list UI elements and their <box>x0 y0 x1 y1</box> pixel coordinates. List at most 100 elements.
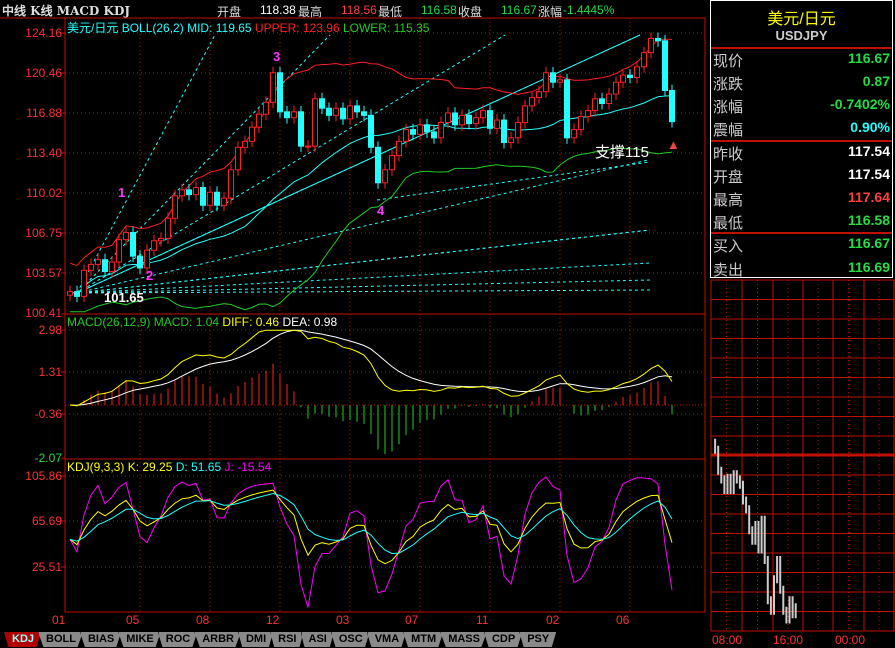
tab-dmi[interactable]: DMI <box>237 632 274 647</box>
candle-body <box>375 146 381 184</box>
tab-mass[interactable]: MASS <box>440 632 487 647</box>
candle-body <box>557 79 563 83</box>
quote-row: 昨收 117.54 <box>713 143 890 165</box>
quote-row: 买入 116.67 <box>713 235 890 257</box>
candle-body <box>382 169 388 184</box>
candle-body <box>263 101 269 115</box>
tab-vma[interactable]: VMA <box>366 632 407 647</box>
candle-body <box>459 114 465 126</box>
macd-legend-diff: DIFF: 0.46 <box>222 315 280 329</box>
candle-body <box>599 98 605 105</box>
candle-body <box>578 116 584 131</box>
candle-body <box>228 169 234 199</box>
candle-body <box>137 255 143 269</box>
candle-body <box>200 187 206 206</box>
candle-body <box>242 140 248 148</box>
quote-value: 116.67 <box>847 235 890 251</box>
candle-body <box>473 117 479 125</box>
candle-body <box>109 261 115 273</box>
divider <box>711 47 892 49</box>
quote-value: 117.64 <box>847 189 890 205</box>
candle-body <box>606 93 612 105</box>
diff-line <box>69 329 673 407</box>
fan-line <box>76 34 331 294</box>
tab-asi[interactable]: ASI <box>300 632 334 647</box>
candle-body <box>235 146 241 171</box>
candle-body <box>620 74 626 83</box>
date-tick: 07 <box>405 613 419 627</box>
quote-label: 买入 <box>713 238 744 255</box>
tab-cdp[interactable]: CDP <box>483 632 523 647</box>
candle-body <box>417 124 423 135</box>
tab-boll[interactable]: BOLL <box>38 632 83 647</box>
kdj-tick: 25.51 <box>31 560 62 574</box>
date-tick: 12 <box>266 613 280 627</box>
candle-body <box>102 259 108 273</box>
candle-body <box>256 113 262 128</box>
quote-value: 116.67 <box>847 50 890 66</box>
kdj-tick: 105.86 <box>25 469 62 483</box>
macd-tick: 1.31 <box>38 365 62 379</box>
low-price-label: 101.65 <box>104 290 144 305</box>
candle-body <box>193 187 199 196</box>
price-tick: 113.40 <box>26 146 62 160</box>
candle-body <box>396 140 402 157</box>
quote-label: 开盘 <box>713 169 744 186</box>
candle-body <box>522 105 528 123</box>
candle-body <box>613 81 619 95</box>
tab-psy[interactable]: PSY <box>519 632 557 647</box>
candle-body <box>445 112 451 123</box>
tab-rsi[interactable]: RSI <box>270 632 304 647</box>
candle-body <box>319 98 325 109</box>
legend-lower: LOWER: 115.35 <box>342 21 430 35</box>
candle-body <box>165 217 171 239</box>
tab-bias[interactable]: BIAS <box>79 632 122 647</box>
price-tick: 106.75 <box>25 226 62 240</box>
time-tick: 16:00 <box>773 633 804 647</box>
macd-legend: MACD(26,12,9) MACD: 1.04 DIFF: 0.46 DEA:… <box>67 315 337 329</box>
trend-line <box>376 161 651 201</box>
legend-upper: UPPER: 123.96 <box>254 21 340 35</box>
candle-body <box>368 114 374 148</box>
candle-body <box>214 191 220 206</box>
tab-mtm[interactable]: MTM <box>403 632 444 647</box>
kdj-legend: KDJ(9,3,3) K: 29.25 D: 51.65 J: -15.54 <box>67 460 271 474</box>
indicator-tabs: KDJ BOLL BIAS MIKE ROC ARBR DMI RSI ASI … <box>4 632 557 647</box>
tab-kdj[interactable]: KDJ <box>4 632 42 647</box>
tab-roc[interactable]: ROC <box>157 632 198 647</box>
candle-body <box>312 98 318 147</box>
quote-label: 最高 <box>713 192 744 209</box>
fan-line <box>76 159 649 294</box>
legend-boll: BOLL(26,2) <box>121 21 184 35</box>
quote-value: 116.69 <box>847 259 890 275</box>
quote-name: 美元/日元 <box>767 11 836 28</box>
quote-row: 卖出 116.69 <box>713 259 890 281</box>
kdj-legend-j: J: -15.54 <box>224 460 272 474</box>
kdj-legend-k: K: 29.25 <box>127 460 173 474</box>
candle-body <box>529 97 535 107</box>
quote-row: 最高 117.64 <box>713 189 890 211</box>
price-tick: 100.41 <box>25 306 62 320</box>
macd-legend-dea: DEA: 0.98 <box>282 315 338 329</box>
candle-body <box>536 91 542 99</box>
quote-value: 116.58 <box>847 212 890 228</box>
candle-body <box>151 240 157 251</box>
tab-osc[interactable]: OSC <box>330 632 370 647</box>
quote-label: 卖出 <box>713 262 744 279</box>
candle-body <box>403 129 409 142</box>
tab-arbr[interactable]: ARBR <box>194 632 241 647</box>
candle-body <box>123 231 129 241</box>
quote-panel: 美元/日元 USDJPY 现价 116.67 涨跌 0.87 涨幅 -0.7402% 震幅 0… <box>710 0 893 281</box>
candle-body <box>424 124 430 133</box>
candle-body <box>669 90 675 123</box>
tab-mike[interactable]: MIKE <box>118 632 161 647</box>
candle-body <box>291 111 297 119</box>
candle-body <box>501 119 507 144</box>
quote-row: 涨幅 -0.7402% <box>713 96 890 118</box>
kdj-legend-d: D: 51.65 <box>175 460 222 474</box>
date-tick: 01 <box>52 613 66 627</box>
candle-body <box>207 191 213 206</box>
candle-body <box>67 291 73 296</box>
candle-body <box>641 52 647 68</box>
candle-body <box>95 259 101 265</box>
